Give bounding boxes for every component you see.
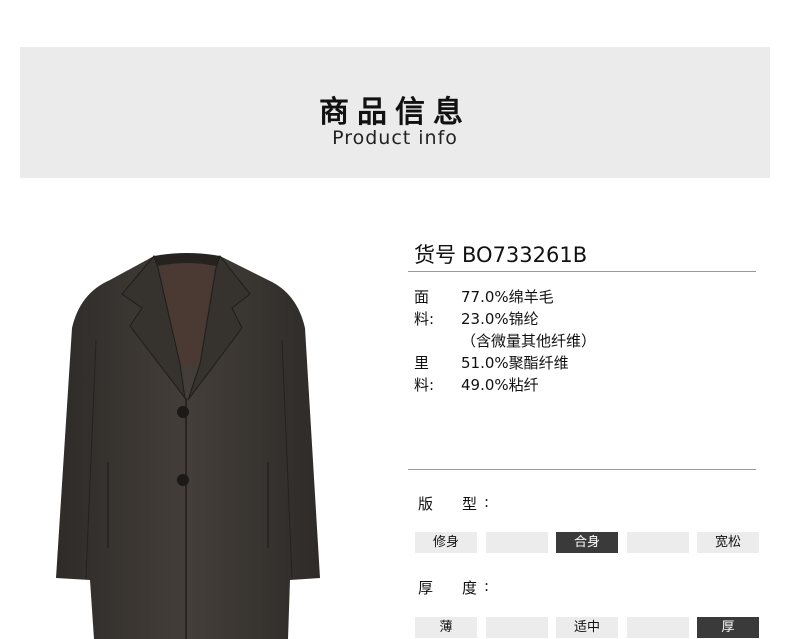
fit-option-blank-1 (486, 532, 548, 553)
fit-label-colon: : (484, 493, 490, 511)
fit-option-slim: 修身 (415, 532, 477, 553)
thickness-option-thick: 厚 (697, 617, 759, 638)
header-banner: 商品信息 Product info (20, 47, 770, 178)
thickness-label-colon: : (484, 577, 490, 595)
thickness-option-thin: 薄 (415, 617, 477, 638)
lining-label: 里料: (414, 354, 435, 394)
thickness-option-medium: 适中 (556, 617, 618, 638)
fit-label-char1: 版 (418, 495, 434, 513)
shell-line-2: 23.0%锦纶 (461, 310, 539, 328)
sku-value: BO733261B (462, 243, 588, 267)
sku-line: 货号 BO733261B (414, 239, 593, 269)
thickness-label: 厚 度 : (418, 577, 489, 598)
divider-bottom (408, 469, 756, 470)
thickness-label-char2: 度 (462, 579, 478, 597)
thickness-label-char1: 厚 (418, 579, 434, 597)
sku-label: 货号 (414, 243, 456, 267)
lining-line-2: 49.0%粘纤 (461, 376, 539, 394)
thickness-option-blank-1 (486, 617, 548, 638)
fit-option-loose: 宽松 (697, 532, 759, 553)
fit-option-regular: 合身 (556, 532, 618, 553)
page-subtitle: Product info (332, 127, 458, 149)
lining-line-1: 51.0%聚酯纤维 (461, 354, 569, 372)
fit-label-char2: 型 (462, 495, 478, 513)
shell-line-1: 77.0%绵羊毛 (461, 288, 554, 306)
shell-label: 面料: (414, 288, 435, 328)
page-title: 商品信息 (319, 95, 471, 130)
thickness-option-blank-2 (627, 617, 689, 638)
divider-top (408, 271, 756, 272)
fit-label: 版 型 : (418, 493, 489, 514)
shell-line-3: （含微量其他纤维） (461, 332, 597, 350)
fit-option-blank-2 (627, 532, 689, 553)
product-image-coat (56, 253, 320, 639)
